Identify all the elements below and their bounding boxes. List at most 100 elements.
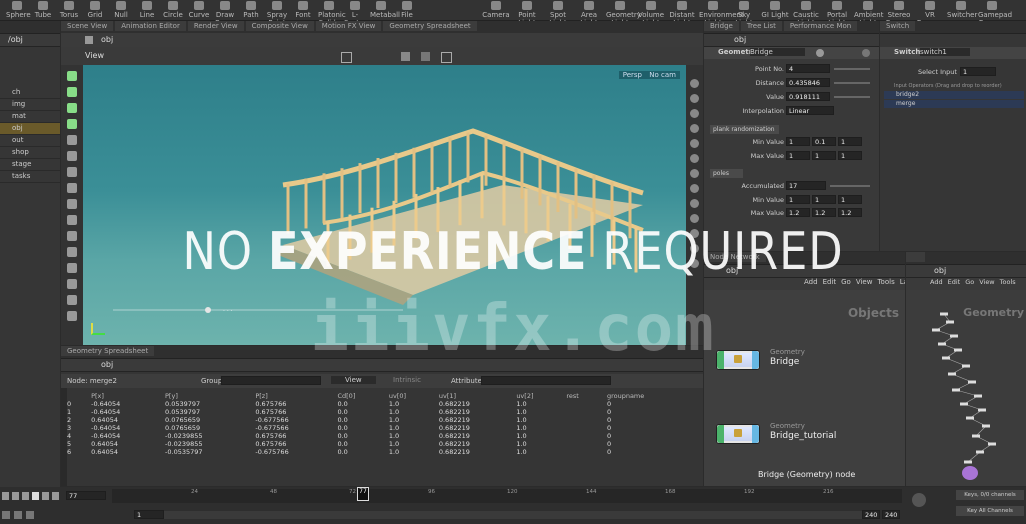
- lights-icon[interactable]: [690, 109, 699, 118]
- vector-field[interactable]: 1.2: [786, 208, 810, 217]
- left-item-ch[interactable]: ch: [0, 87, 60, 99]
- handle-icon[interactable]: [67, 135, 77, 145]
- geometry-node[interactable]: [716, 424, 760, 444]
- tab-animation-editor[interactable]: Animation Editor: [115, 21, 186, 31]
- display-flag-icon[interactable]: [717, 425, 724, 443]
- left-item-mat[interactable]: mat: [0, 111, 60, 123]
- parameter-tab[interactable]: Performance Mon: [783, 21, 858, 31]
- tool-spray-paint[interactable]: Spray Paint: [266, 1, 288, 27]
- help-icon[interactable]: [862, 49, 870, 57]
- end-frame-a-field[interactable]: 240: [862, 510, 880, 519]
- tool-file[interactable]: File: [396, 1, 418, 19]
- display-icon[interactable]: [690, 79, 699, 88]
- column-header[interactable]: rest: [562, 392, 603, 400]
- tool-portal-light[interactable]: Portal Light: [823, 1, 851, 27]
- tool-volume-light[interactable]: Volume Light: [637, 1, 665, 27]
- tool-font[interactable]: Font: [292, 1, 314, 19]
- attributes-field[interactable]: [481, 376, 611, 385]
- snap-icon[interactable]: [421, 52, 430, 61]
- vector-field[interactable]: 1: [812, 151, 836, 160]
- left-item-stage[interactable]: stage: [0, 159, 60, 171]
- table-row[interactable]: 1 -0.64054 0.0539797 0.675766 0.0 1.0 0.682219…: [63, 408, 693, 416]
- network2-menu-item[interactable]: View: [979, 278, 994, 286]
- tool-circle[interactable]: Circle: [162, 1, 184, 19]
- tool-geometry-light[interactable]: Geometry Light: [606, 1, 641, 27]
- handle-tool-icon[interactable]: [341, 52, 352, 63]
- vector-field[interactable]: 1.2: [838, 208, 862, 217]
- tool-gi-light[interactable]: GI Light: [761, 1, 789, 19]
- tool-spot-light[interactable]: Spot Light: [544, 1, 572, 27]
- section-poles[interactable]: poles: [710, 169, 743, 178]
- vector-field[interactable]: 1: [838, 151, 862, 160]
- loop-icon[interactable]: [26, 511, 34, 519]
- table-row[interactable]: 4 -0.64054 -0.0239855 0.675766 0.0 1.0 0.68221…: [63, 432, 693, 440]
- tool-caustic-light[interactable]: Caustic Light: [792, 1, 820, 27]
- column-header[interactable]: P[x]: [87, 392, 161, 400]
- node-name-field[interactable]: Bridge: [750, 48, 805, 56]
- tool-torus[interactable]: Torus: [58, 1, 80, 19]
- guides-icon[interactable]: [690, 169, 699, 178]
- table-row[interactable]: 6 0.64054 -0.0535797 -0.675766 0.0 1.0 0.68221…: [63, 448, 693, 456]
- column-header[interactable]: uv[0]: [385, 392, 435, 400]
- column-header[interactable]: Cd[0]: [333, 392, 384, 400]
- keys-channels-button[interactable]: Keys, 0/0 channels: [956, 490, 1024, 500]
- column-header[interactable]: P[y]: [161, 392, 251, 400]
- grid-icon[interactable]: [401, 52, 410, 61]
- table-row[interactable]: 5 0.64054 -0.0239855 0.675766 0.0 1.0 0.682219…: [63, 440, 693, 448]
- tool-sphere[interactable]: Sphere: [6, 1, 31, 19]
- switch-name-field[interactable]: switch1: [920, 48, 970, 56]
- accumulated-field[interactable]: 17: [786, 181, 826, 190]
- tool-area-light[interactable]: Area Light: [575, 1, 603, 27]
- vector-field[interactable]: 1: [812, 195, 836, 204]
- left-item-tasks[interactable]: tasks: [0, 171, 60, 183]
- stop-icon[interactable]: [22, 492, 29, 500]
- vector-field[interactable]: 1: [786, 137, 810, 146]
- parameter-value-field[interactable]: 0.918111: [786, 92, 830, 101]
- tool-grid[interactable]: Grid: [84, 1, 106, 19]
- table-row[interactable]: 0 -0.64054 0.0539797 0.675766 0.0 1.0 0.682219…: [63, 400, 693, 408]
- home-icon[interactable]: [85, 36, 93, 44]
- left-item-shop[interactable]: shop: [0, 147, 60, 159]
- network2-menu-item[interactable]: Tools: [1000, 278, 1016, 286]
- vector-field[interactable]: 0.1: [812, 137, 836, 146]
- left-item-obj[interactable]: obj: [0, 123, 60, 135]
- view-icon[interactable]: [67, 183, 77, 193]
- points-icon[interactable]: [690, 139, 699, 148]
- next-key-icon[interactable]: [42, 492, 49, 500]
- tool-draw-curve[interactable]: Draw Curve: [214, 1, 236, 27]
- normals-icon[interactable]: [690, 154, 699, 163]
- play-icon[interactable]: [32, 492, 39, 500]
- tool-point-light[interactable]: Point Light: [513, 1, 541, 27]
- tab-geometry-spreadsheet[interactable]: Geometry Spreadsheet: [383, 21, 477, 31]
- parameter-value-field[interactable]: 4: [786, 64, 830, 73]
- tool-environment-light[interactable]: Environment Light: [699, 1, 744, 27]
- tool-switcher[interactable]: Switcher: [947, 1, 977, 19]
- shading-icon[interactable]: [690, 94, 699, 103]
- tool-sky-light[interactable]: Sky Light: [730, 1, 758, 27]
- key-all-channels-button[interactable]: Key All Channels: [956, 506, 1024, 516]
- switch-tab[interactable]: Switch: [880, 21, 916, 31]
- tool-ambient-light[interactable]: Ambient Light: [854, 1, 883, 27]
- tool-tube[interactable]: Tube: [32, 1, 54, 19]
- frame-field[interactable]: 77: [66, 491, 106, 500]
- parameter-slider[interactable]: [834, 68, 870, 70]
- tool-vr-camera[interactable]: VR Camera: [916, 1, 944, 27]
- column-header[interactable]: uv[2]: [512, 392, 562, 400]
- tool-curve[interactable]: Curve: [188, 1, 210, 19]
- view-dropdown[interactable]: View: [331, 376, 376, 384]
- wire-icon[interactable]: [690, 184, 699, 193]
- output-node-icon[interactable]: [962, 466, 978, 480]
- ghost-icon[interactable]: [690, 124, 699, 133]
- gear-icon[interactable]: [816, 49, 824, 57]
- vector-field[interactable]: 1: [786, 195, 810, 204]
- realtime-icon[interactable]: [2, 511, 10, 519]
- scale-icon[interactable]: [67, 119, 77, 129]
- tool-metaball[interactable]: Metaball: [370, 1, 400, 19]
- parameter-slider[interactable]: [834, 82, 870, 84]
- vector-field[interactable]: 1: [786, 151, 810, 160]
- tool-l-system[interactable]: L-System: [344, 1, 370, 27]
- column-header[interactable]: [63, 392, 87, 400]
- tool-distant-light[interactable]: Distant Light: [668, 1, 696, 27]
- wire-icon[interactable]: [441, 52, 452, 63]
- tool-null[interactable]: Null: [110, 1, 132, 19]
